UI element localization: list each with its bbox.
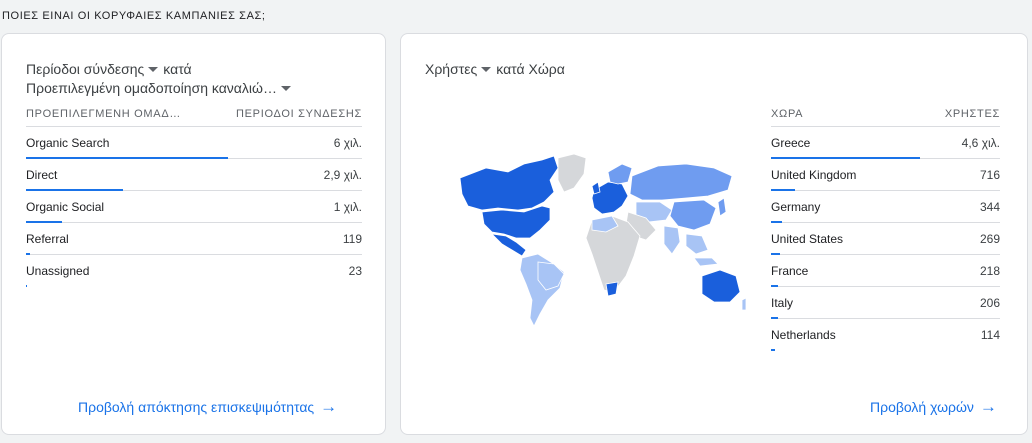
map-region-russia[interactable] [629,163,733,201]
map-region-south-africa[interactable] [605,281,619,297]
row-value: 4,6 χιλ. [961,135,1000,150]
column-header-metric: ΠΕΡΙΟΔΟΙ ΣΥΝΔΕΣΗΣ [236,108,362,120]
view-traffic-acquisition-link[interactable]: Προβολή απόκτησης επισκεψιμότητας → [78,397,338,416]
map-region-australia[interactable] [701,269,741,303]
row-label: Unassigned [26,263,90,278]
row-label: Italy [771,295,794,310]
column-header-users: ΧΡΗΣΤΕΣ [944,108,1000,120]
map-region-usa[interactable] [481,205,551,239]
card-heading: Χρήστες κατά Χώρα [425,60,565,79]
table-row[interactable]: United Kingdom 716 [771,159,1000,191]
row-label: Greece [771,135,811,150]
map-region-canada[interactable] [459,155,559,211]
dropdown-caret-icon [148,67,159,72]
metric-selector[interactable]: Χρήστες [425,60,496,79]
map-region-china[interactable] [669,199,717,231]
world-map[interactable] [446,150,748,335]
map-region-scandinavia[interactable] [607,163,633,185]
metric-selector[interactable]: Περίοδοι σύνδεσης [26,60,163,79]
table-row[interactable]: Organic Social 1 χιλ. [26,191,362,223]
table-row[interactable]: Greece 4,6 χιλ. [771,127,1000,159]
table-row[interactable]: Unassigned 23 [26,255,362,287]
view-countries-link[interactable]: Προβολή χωρών → [870,397,997,416]
link-label: Προβολή χωρών [870,399,974,415]
map-region-new-zealand[interactable] [741,297,747,311]
dimension-label: Προεπιλεγμένη ομαδοποίηση καναλιώ… [26,80,277,96]
column-header-country: ΧΩΡΑ [771,108,804,120]
row-value: 1 χιλ. [333,199,362,214]
row-label: Organic Search [26,135,110,150]
row-label: Germany [771,199,821,214]
table-row[interactable]: Germany 344 [771,191,1000,223]
row-label: United States [771,231,844,246]
table-row[interactable]: Netherlands 114 [771,319,1000,351]
row-label: United Kingdom [771,167,857,182]
metric-label: Περίοδοι σύνδεσης [26,61,145,77]
table-row[interactable]: Direct 2,9 χιλ. [26,159,362,191]
row-label: Referral [26,231,69,246]
by-country-label: κατά Χώρα [496,61,565,77]
card-heading: Περίοδοι σύνδεσης κατά Προεπιλεγμένη ομα… [26,60,296,98]
row-label: Netherlands [771,327,836,342]
channel-table: ΠΡΟΕΠΙΛΕΓΜΕΝΗ ΟΜΑΔ… ΠΕΡΙΟΔΟΙ ΣΥΝΔΕΣΗΣ Or… [26,102,362,287]
link-label: Προβολή απόκτησης επισκεψιμότητας [78,399,315,415]
row-label: France [771,263,809,278]
row-share-bar [771,349,775,351]
dropdown-caret-icon [481,67,492,72]
row-share-bar [26,285,28,287]
country-table: ΧΩΡΑ ΧΡΗΣΤΕΣ Greece 4,6 χιλ. United Kingdo… [771,102,1000,351]
table-row[interactable]: Organic Search 6 χιλ. [26,127,362,159]
sessions-by-channel-card: Περίοδοι σύνδεσης κατά Προεπιλεγμένη ομα… [1,33,386,435]
column-header-dimension: ΠΡΟΕΠΙΛΕΓΜΕΝΗ ΟΜΑΔ… [26,108,182,120]
table-row[interactable]: United States 269 [771,223,1000,255]
metric-label: Χρήστες [425,61,478,77]
row-label: Direct [26,167,58,182]
arrow-right-icon: → [320,397,338,416]
row-value: 344 [979,199,1000,214]
table-row[interactable]: Italy 206 [771,287,1000,319]
map-region-india[interactable] [663,225,681,255]
dimension-selector[interactable]: Προεπιλεγμένη ομαδοποίηση καναλιώ… [26,79,296,98]
map-region-japan[interactable] [717,197,727,217]
row-value: 114 [980,327,1000,342]
dropdown-caret-icon [280,86,291,91]
row-label: Organic Social [26,199,105,214]
map-region-southeast-asia[interactable] [685,233,709,255]
row-value: 23 [348,263,362,278]
map-region-indonesia[interactable] [693,257,719,267]
by-label: κατά [163,61,192,77]
table-header: ΧΩΡΑ ΧΡΗΣΤΕΣ [771,102,1000,127]
row-value: 269 [979,231,1000,246]
arrow-right-icon: → [979,397,997,416]
section-title: ΠΟΙΕΣ ΕΙΝΑΙ ΟΙ ΚΟΡΥΦΑΙΕΣ ΚΑΜΠΑΝΙΕΣ ΣΑΣ; [2,10,266,22]
row-value: 6 χιλ. [333,135,362,150]
table-row[interactable]: Referral 119 [26,223,362,255]
map-region-greenland[interactable] [557,153,587,193]
row-value: 2,9 χιλ. [323,167,362,182]
table-header: ΠΡΟΕΠΙΛΕΓΜΕΝΗ ΟΜΑΔ… ΠΕΡΙΟΔΟΙ ΣΥΝΔΕΣΗΣ [26,102,362,127]
row-value: 206 [979,295,1000,310]
row-value: 716 [979,167,1000,182]
row-value: 119 [342,231,362,246]
map-region-uk[interactable] [591,181,601,195]
row-value: 218 [979,263,1000,278]
table-row[interactable]: France 218 [771,255,1000,287]
